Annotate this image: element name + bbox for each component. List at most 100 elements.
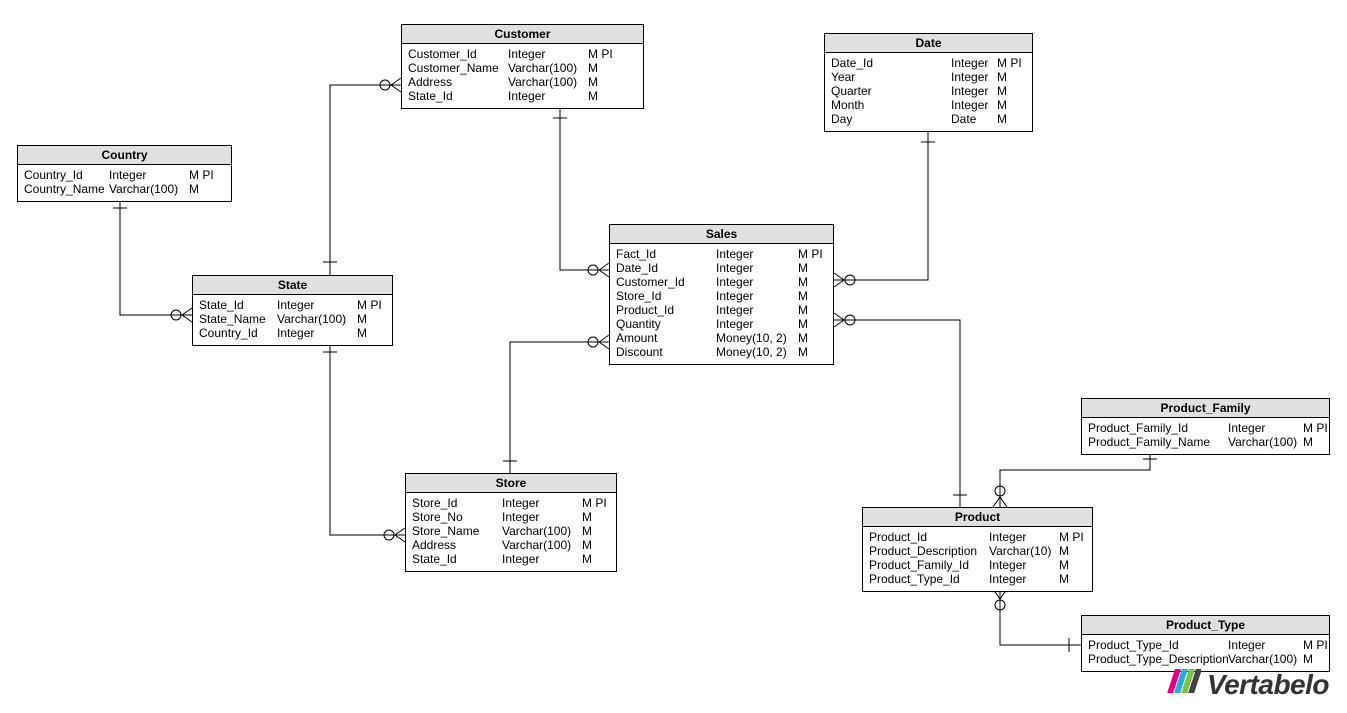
column-flags: M <box>588 89 598 103</box>
column-row: AddressVarchar(100)M <box>408 75 637 89</box>
column-flags: M <box>798 261 808 275</box>
column-row: Customer_IdIntegerM <box>616 275 827 289</box>
column-flags: M <box>798 303 808 317</box>
column-type: Integer <box>951 98 997 112</box>
column-type: Integer <box>989 530 1059 544</box>
column-row: Store_NameVarchar(100)M <box>412 524 610 538</box>
column-name: Day <box>831 112 951 126</box>
column-row: Country_IdIntegerM <box>199 326 386 340</box>
column-name: Address <box>412 538 502 552</box>
column-flags: M PI <box>1303 421 1328 435</box>
entity-title: Store <box>406 474 616 493</box>
entity-state[interactable]: State State_IdIntegerM PIState_NameVarch… <box>192 275 393 346</box>
column-row: Product_Family_IdIntegerM PI <box>1088 421 1323 435</box>
column-flags: M PI <box>189 168 214 182</box>
column-flags: M <box>357 326 367 340</box>
entity-title: Country <box>18 146 231 165</box>
column-name: Fact_Id <box>616 247 716 261</box>
column-flags: M <box>997 98 1007 112</box>
vertabelo-logo-icon <box>1165 669 1201 701</box>
column-name: Product_Family_Name <box>1088 435 1228 449</box>
entity-customer[interactable]: Customer Customer_IdIntegerM PICustomer_… <box>401 24 644 109</box>
column-name: Store_No <box>412 510 502 524</box>
column-name: Product_Description <box>869 544 989 558</box>
column-flags: M <box>588 61 598 75</box>
entity-title: Product_Family <box>1082 399 1329 418</box>
column-type: Integer <box>989 558 1059 572</box>
entity-title: Product <box>863 508 1092 527</box>
column-type: Integer <box>277 326 357 340</box>
column-flags: M <box>1059 558 1069 572</box>
entity-body: Store_IdIntegerM PIStore_NoIntegerMStore… <box>406 493 616 571</box>
column-row: State_IdIntegerM <box>408 89 637 103</box>
column-flags: M <box>798 289 808 303</box>
column-name: Product_Type_Description <box>1088 652 1228 666</box>
entity-body: Product_Type_IdIntegerM PIProduct_Type_D… <box>1082 635 1329 671</box>
column-flags: M PI <box>1303 638 1328 652</box>
entity-title: Sales <box>610 225 833 244</box>
column-row: State_IdIntegerM PI <box>199 298 386 312</box>
column-row: Fact_IdIntegerM PI <box>616 247 827 261</box>
column-flags: M <box>1303 435 1313 449</box>
entity-product[interactable]: Product Product_IdIntegerM PIProduct_Des… <box>862 507 1093 592</box>
column-type: Date <box>951 112 997 126</box>
column-row: Customer_NameVarchar(100)M <box>408 61 637 75</box>
entity-body: Country_IdIntegerM PICountry_NameVarchar… <box>18 165 231 201</box>
column-type: Integer <box>716 289 798 303</box>
column-flags: M <box>582 538 592 552</box>
column-row: Product_Type_IdIntegerM <box>869 572 1086 586</box>
column-name: Product_Id <box>616 303 716 317</box>
column-type: Varchar(10) <box>989 544 1059 558</box>
column-name: Product_Family_Id <box>1088 421 1228 435</box>
column-row: Date_IdIntegerM PI <box>831 56 1026 70</box>
column-flags: M <box>582 552 592 566</box>
column-row: Product_IdIntegerM PI <box>869 530 1086 544</box>
column-row: QuantityIntegerM <box>616 317 827 331</box>
column-type: Integer <box>1228 421 1303 435</box>
entity-body: Customer_IdIntegerM PICustomer_NameVarch… <box>402 44 643 108</box>
column-type: Integer <box>502 510 582 524</box>
column-row: Country_IdIntegerM PI <box>24 168 225 182</box>
column-row: Date_IdIntegerM <box>616 261 827 275</box>
column-type: Integer <box>716 317 798 331</box>
entity-body: Fact_IdIntegerM PIDate_IdIntegerMCustome… <box>610 244 833 364</box>
column-name: State_Id <box>408 89 508 103</box>
column-flags: M <box>582 510 592 524</box>
column-row: AddressVarchar(100)M <box>412 538 610 552</box>
column-row: YearIntegerM <box>831 70 1026 84</box>
column-type: Integer <box>716 261 798 275</box>
column-name: Customer_Name <box>408 61 508 75</box>
column-type: Integer <box>716 275 798 289</box>
column-type: Money(10, 2) <box>716 345 798 359</box>
column-row: AmountMoney(10, 2)M <box>616 331 827 345</box>
entity-body: Product_Family_IdIntegerM PIProduct_Fami… <box>1082 418 1329 454</box>
entity-product-family[interactable]: Product_Family Product_Family_IdIntegerM… <box>1081 398 1330 455</box>
entity-store[interactable]: Store Store_IdIntegerM PIStore_NoInteger… <box>405 473 617 572</box>
column-row: Product_Type_DescriptionVarchar(100)M <box>1088 652 1323 666</box>
column-type: Integer <box>951 70 997 84</box>
column-row: Country_NameVarchar(100)M <box>24 182 225 196</box>
vertabelo-logo-text: Vertabelo <box>1207 669 1329 701</box>
entity-sales[interactable]: Sales Fact_IdIntegerM PIDate_IdIntegerMC… <box>609 224 834 365</box>
column-name: State_Id <box>199 298 277 312</box>
column-type: Integer <box>109 168 189 182</box>
column-flags: M <box>189 182 199 196</box>
column-flags: M <box>588 75 598 89</box>
entity-country[interactable]: Country Country_IdIntegerM PICountry_Nam… <box>17 145 232 202</box>
column-type: Integer <box>277 298 357 312</box>
entity-title: State <box>193 276 392 295</box>
column-name: Customer_Id <box>408 47 508 61</box>
column-flags: M PI <box>357 298 382 312</box>
column-name: Date_Id <box>831 56 951 70</box>
column-type: Varchar(100) <box>1228 435 1303 449</box>
entity-date[interactable]: Date Date_IdIntegerM PIYearIntegerMQuart… <box>824 33 1033 132</box>
column-name: Product_Type_Id <box>869 572 989 586</box>
column-name: Product_Family_Id <box>869 558 989 572</box>
entity-product-type[interactable]: Product_Type Product_Type_IdIntegerM PIP… <box>1081 615 1330 672</box>
column-type: Money(10, 2) <box>716 331 798 345</box>
column-flags: M PI <box>997 56 1022 70</box>
column-type: Integer <box>716 303 798 317</box>
column-type: Integer <box>1228 638 1303 652</box>
column-row: Product_DescriptionVarchar(10)M <box>869 544 1086 558</box>
column-type: Integer <box>508 47 588 61</box>
